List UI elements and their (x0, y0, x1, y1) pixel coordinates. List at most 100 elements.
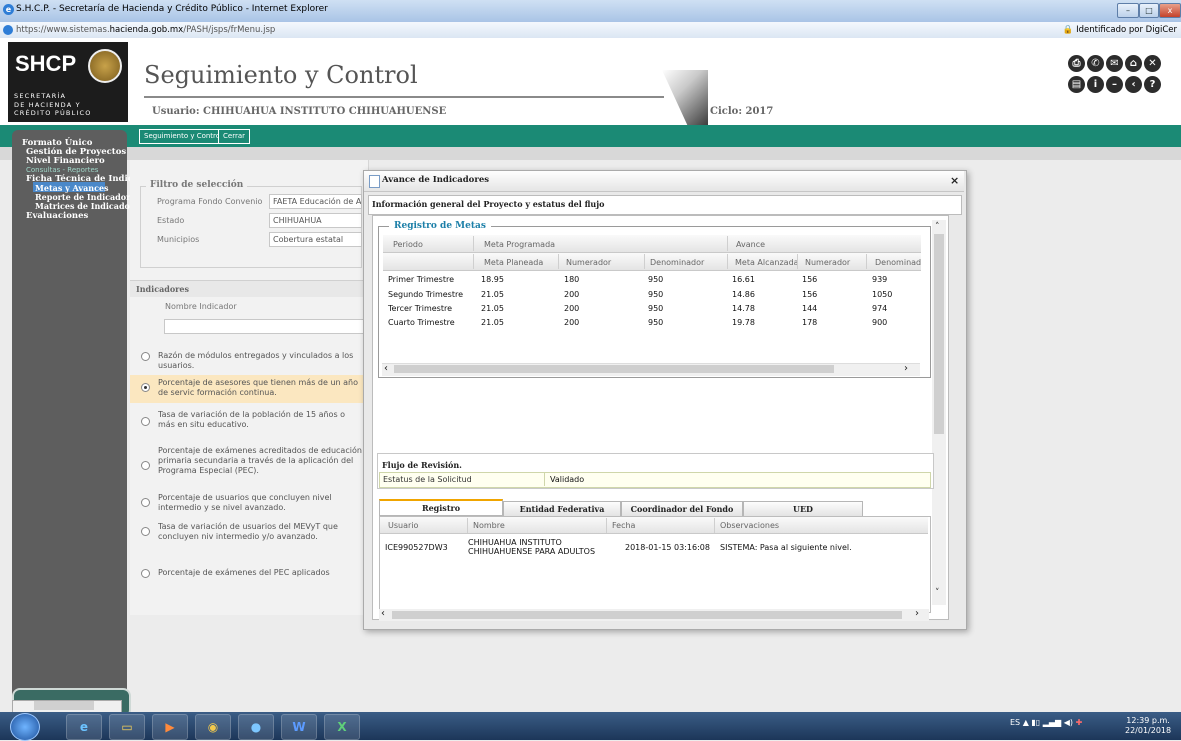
indicador-radio[interactable] (141, 527, 150, 536)
cell-periodo: Cuarto Trimestre (388, 318, 455, 327)
indicador-item[interactable]: Tasa de variación de la población de 15 … (158, 410, 363, 432)
close-session-icon[interactable]: ✕ (1144, 55, 1161, 72)
tray-chevron-icon[interactable]: ▲ (1023, 718, 1029, 727)
col-numerador-avance: Numerador (805, 258, 851, 267)
indicador-item[interactable]: Tasa de variación de usuarios del MEVyT … (158, 522, 363, 544)
chrome-icon: ◉ (207, 720, 219, 734)
cycle-label: Ciclo: 2017 (710, 106, 774, 117)
cell-periodo: Primer Trimestre (388, 275, 455, 284)
scroll-left-icon[interactable]: ‹ (381, 608, 385, 619)
indicador-radio[interactable] (141, 461, 150, 470)
scroll-down-icon[interactable]: ˅ (935, 588, 940, 598)
sidebar-item-nivel[interactable]: Nivel Financiero (26, 156, 105, 166)
tab-cerrar[interactable]: Cerrar (218, 129, 250, 144)
tab-seguimiento[interactable]: Seguimiento y Control (139, 129, 228, 144)
taskbar-word[interactable]: W (281, 714, 317, 740)
phone-icon[interactable]: ✆ (1087, 55, 1104, 72)
volume-icon[interactable]: ◀) (1064, 718, 1073, 727)
certificate-label[interactable]: 🔒 Identificado por DigiCer (1063, 25, 1177, 35)
tab-ued[interactable]: UED (743, 501, 863, 517)
indicador-radio-selected[interactable] (141, 383, 150, 392)
sidebar-scroll-thumb[interactable] (34, 701, 94, 710)
modal-close-button[interactable]: × (950, 174, 959, 187)
cell-meta-planeada: 21.05 (481, 318, 504, 327)
column-separator (473, 254, 474, 269)
col-meta-programada: Meta Programada (484, 240, 556, 249)
logo-subtitle: SECRETARÍA DE HACIENDA Y CRÉDITO PÚBLICO (14, 92, 126, 118)
tab-entidad-federativa[interactable]: Entidad Federativa (503, 501, 621, 517)
close-window-button[interactable]: x (1159, 3, 1181, 18)
taskbar-media[interactable]: ▶ (152, 714, 188, 740)
back-icon[interactable]: ‹ (1125, 76, 1142, 93)
indicador-radio[interactable] (141, 417, 150, 426)
excel-icon: X (337, 720, 347, 734)
home-icon[interactable]: ⌂ (1125, 55, 1142, 72)
taskbar-app[interactable]: ● (238, 714, 274, 740)
estatus-value: Validado (550, 475, 585, 484)
clock[interactable]: 12:39 p.m. 22/01/2018 (1125, 716, 1171, 736)
start-button[interactable] (10, 713, 40, 741)
column-separator (558, 254, 559, 269)
cell-numerador: 180 (564, 275, 580, 284)
modal-scroll-thumb[interactable] (934, 234, 944, 434)
revision-scroll-thumb[interactable] (392, 611, 902, 619)
info-icon[interactable]: i (1087, 76, 1104, 93)
programa-select[interactable]: FAETA Educación de A (269, 194, 362, 209)
logo-text: SHCP (15, 51, 77, 76)
cell-numerador-avance: 178 (802, 318, 818, 327)
indicador-item[interactable]: Razón de módulos entregados y vinculados… (158, 351, 363, 371)
sidebar-item-matrices[interactable]: Matrices de Indicador (35, 201, 134, 211)
network-icon[interactable]: ▮▯ (1031, 718, 1040, 727)
indicador-item[interactable]: Porcentaje de exámenes del PEC aplicados (158, 568, 363, 578)
scroll-right-icon[interactable]: › (915, 608, 919, 619)
indicador-item[interactable]: Porcentaje de asesores que tienen más de… (158, 378, 363, 400)
indicador-item[interactable]: Porcentaje de exámenes acreditados de ed… (158, 446, 363, 478)
address-bar[interactable]: https://www.sistemas.hacienda.gob.mx/PAS… (0, 22, 1181, 39)
scroll-up-icon[interactable]: ˄ (935, 222, 940, 232)
col-usuario: Usuario (388, 521, 419, 530)
indicador-filter-input[interactable] (164, 319, 364, 334)
taskbar-excel[interactable]: X (324, 714, 360, 740)
minimize-button[interactable]: – (1117, 3, 1139, 18)
cell-meta-planeada: 18.95 (481, 275, 504, 284)
taskbar-explorer[interactable]: ▭ (109, 714, 145, 740)
security-icon[interactable]: ✚ (1076, 718, 1083, 727)
column-separator (727, 236, 728, 251)
estado-select[interactable]: CHIHUAHUA (269, 213, 362, 228)
column-separator (467, 518, 468, 533)
sidebar-item-consultas[interactable]: Consultas - Reportes (26, 166, 98, 174)
mail-icon[interactable]: ✉ (1106, 55, 1123, 72)
maximize-button[interactable]: □ (1139, 3, 1159, 18)
municipios-select[interactable]: Cobertura estatal (269, 232, 362, 247)
signal-icon[interactable]: ▂▄▆ (1043, 718, 1061, 727)
tab-registro[interactable]: Registro (379, 499, 503, 516)
col-avance: Avance (736, 240, 766, 249)
column-separator (727, 254, 728, 269)
system-tray[interactable]: ES ▲ ▮▯ ▂▄▆ ◀) ✚ (1010, 718, 1082, 727)
modal-title: Avance de Indicadores (382, 175, 490, 185)
column-separator (606, 518, 607, 533)
column-separator (644, 254, 645, 269)
indicador-radio[interactable] (141, 569, 150, 578)
minus-icon[interactable]: – (1106, 76, 1123, 93)
language-indicator[interactable]: ES (1010, 718, 1020, 727)
print-icon[interactable]: ⎙ (1068, 55, 1085, 72)
programa-label: Programa Fondo Convenio (157, 197, 263, 206)
clock-date: 22/01/2018 (1125, 726, 1172, 735)
taskbar-ie[interactable]: e (66, 714, 102, 740)
scroll-right-icon[interactable]: › (904, 363, 908, 374)
taskbar-chrome[interactable]: ◉ (195, 714, 231, 740)
clipboard-icon[interactable]: ▤ (1068, 76, 1085, 93)
indicador-radio[interactable] (141, 498, 150, 507)
indicador-radio[interactable] (141, 352, 150, 361)
flujo-title: Flujo de Revisión. (382, 460, 462, 470)
sidebar-item-evaluaciones[interactable]: Evaluaciones (26, 211, 88, 221)
col-denominador-avance: Denominado (875, 258, 921, 267)
help-icon[interactable]: ? (1144, 76, 1161, 93)
scroll-left-icon[interactable]: ‹ (384, 363, 388, 374)
cell-denominador: 950 (648, 318, 664, 327)
metas-scroll-thumb[interactable] (394, 365, 834, 373)
url-text[interactable]: https://www.sistemas.hacienda.gob.mx/PAS… (16, 25, 275, 35)
indicador-item[interactable]: Porcentaje de usuarios que concluyen niv… (158, 493, 363, 515)
tab-coordinador-fondo[interactable]: Coordinador del Fondo (621, 501, 743, 517)
